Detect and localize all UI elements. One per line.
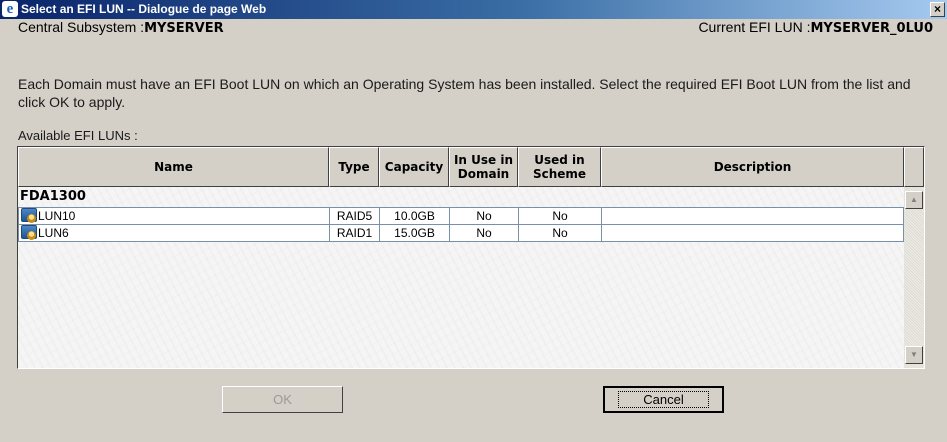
column-header-used-in-scheme[interactable]: Used in Scheme: [518, 147, 601, 187]
cell-type: RAID5: [329, 207, 380, 225]
cell-description: [601, 224, 904, 242]
close-button[interactable]: ×: [930, 2, 945, 17]
cell-capacity: 15.0GB: [379, 224, 450, 242]
column-header-capacity[interactable]: Capacity: [379, 147, 449, 187]
cell-type: RAID1: [329, 224, 380, 242]
current-lun-value: MYSERVER_0LU0: [810, 21, 933, 36]
current-lun-label: Current EFI LUN :: [698, 19, 811, 35]
title-bar: e Select an EFI LUN -- Dialogue de page …: [0, 0, 947, 19]
available-luns-label: Available EFI LUNs :: [18, 128, 138, 143]
group-row-fda1300[interactable]: FDA1300: [18, 187, 904, 206]
ok-button[interactable]: OK: [222, 386, 343, 413]
scroll-down-button[interactable]: ▼: [905, 346, 923, 364]
central-subsystem: Central Subsystem :MYSERVER: [18, 19, 224, 36]
column-header-type[interactable]: Type: [329, 147, 379, 187]
current-efi-lun: Current EFI LUN :MYSERVER_0LU0: [698, 19, 933, 36]
lun-disk-icon: [21, 208, 37, 223]
internet-explorer-icon: e: [2, 1, 18, 17]
efi-lun-table: Name Type Capacity In Use in Domain Used…: [17, 146, 925, 369]
cell-used-in-scheme: No: [518, 207, 602, 225]
cancel-button[interactable]: Cancel: [603, 386, 724, 413]
cell-in-use: No: [449, 224, 519, 242]
lun-name: LUN6: [38, 226, 69, 240]
column-header-in-use-in-domain[interactable]: In Use in Domain: [449, 147, 518, 187]
window-title: Select an EFI LUN -- Dialogue de page We…: [21, 2, 267, 16]
table-row[interactable]: LUN10 RAID5 10.0GB No No: [18, 207, 904, 225]
cell-description: [601, 207, 904, 225]
column-header-name[interactable]: Name: [18, 147, 329, 187]
table-header: Name Type Capacity In Use in Domain Used…: [18, 147, 924, 187]
column-header-description[interactable]: Description: [601, 147, 904, 187]
instructions-text: Each Domain must have an EFI Boot LUN on…: [18, 76, 911, 110]
subsystem-label: Central Subsystem :: [18, 19, 145, 35]
lun-name: LUN10: [38, 209, 76, 223]
cell-name: LUN10: [18, 207, 330, 225]
vertical-scrollbar[interactable]: ▲ ▼: [904, 187, 924, 368]
subsystem-value: MYSERVER: [144, 21, 224, 36]
scroll-up-button[interactable]: ▲: [905, 191, 923, 209]
table-row[interactable]: LUN6 RAID1 15.0GB No No: [18, 224, 904, 242]
cancel-label: Cancel: [618, 391, 709, 408]
lun-disk-icon: [21, 225, 37, 240]
cell-used-in-scheme: No: [518, 224, 602, 242]
column-header-filler: [904, 147, 924, 187]
cell-capacity: 10.0GB: [379, 207, 450, 225]
cell-in-use: No: [449, 207, 519, 225]
cell-name: LUN6: [18, 224, 330, 242]
